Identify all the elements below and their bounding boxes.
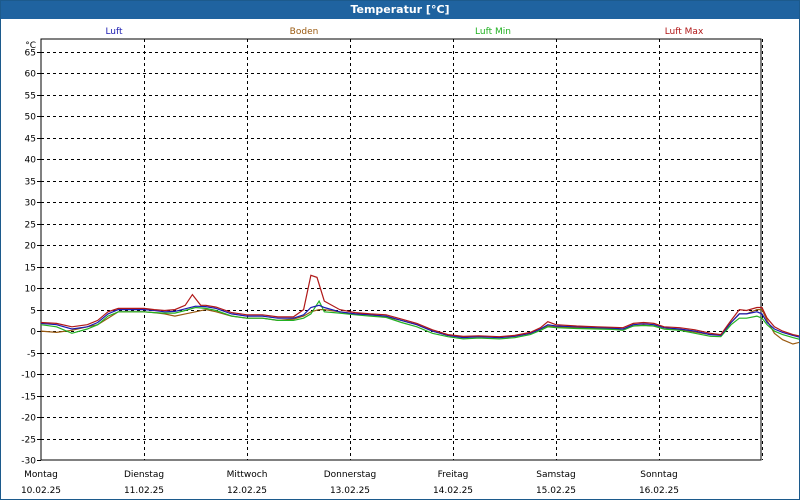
y-tick-label: -25 (21, 436, 36, 446)
y-tick-label: -10 (21, 371, 36, 381)
y-axis-label: °C (25, 41, 36, 51)
x-date-label: 11.02.25 (124, 486, 164, 496)
y-tick-label: -15 (21, 393, 36, 403)
x-day-label: Donnerstag (324, 470, 377, 480)
legend-luft-min: Luft Min (475, 27, 511, 37)
y-tick-label: 40 (25, 156, 37, 166)
y-tick-label: 45 (25, 135, 36, 145)
x-date-label: 12.02.25 (227, 486, 267, 496)
x-day-label: Dienstag (124, 470, 164, 480)
legend-boden: Boden (290, 27, 319, 37)
x-day-label: Mittwoch (227, 470, 268, 480)
x-date-label: 15.02.25 (536, 486, 576, 496)
x-date-label: 13.02.25 (330, 486, 370, 496)
y-tick-label: 30 (25, 199, 37, 209)
y-tick-label: -20 (21, 414, 36, 424)
y-tick-label: -5 (27, 350, 36, 360)
y-tick-label: 25 (25, 221, 36, 231)
legend-luft: Luft (105, 27, 123, 37)
x-date-label: 10.02.25 (21, 486, 61, 496)
x-date-label: 16.02.25 (639, 486, 679, 496)
x-day-label: Sonntag (640, 470, 677, 480)
x-day-label: Montag (24, 470, 58, 480)
chart-window: Temperatur [°C] 65 60 55 50 45 40 35 30 25 20 15 10… (0, 0, 800, 500)
y-tick-label: 20 (25, 242, 37, 252)
y-tick-label: 15 (25, 264, 36, 274)
y-tick-label: 5 (30, 307, 36, 317)
temperature-chart: 65605550454035302520151050-5-10-15-20-25… (21, 27, 799, 496)
x-day-label: Samstag (536, 470, 575, 480)
x-date-label: 14.02.25 (433, 486, 473, 496)
y-tick-label: 35 (25, 178, 36, 188)
x-day-label: Freitag (438, 470, 469, 480)
y-tick-label: 0 (30, 328, 36, 338)
y-tick-label: -30 (21, 457, 36, 467)
y-tick-label: 60 (25, 70, 37, 80)
y-tick-label: 10 (25, 285, 37, 295)
y-tick-label: 50 (25, 113, 37, 123)
y-tick-label: 55 (25, 92, 36, 102)
legend-luft-max: Luft Max (665, 27, 704, 37)
